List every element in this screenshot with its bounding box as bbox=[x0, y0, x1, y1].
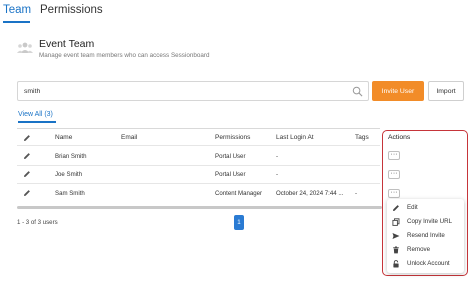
menu-item-resend-invite[interactable]: Resend Invite bbox=[387, 230, 464, 244]
row-divider bbox=[17, 165, 380, 166]
edit-column-icon bbox=[24, 135, 30, 141]
view-all-indicator bbox=[18, 121, 56, 123]
column-header-email[interactable]: Email bbox=[121, 134, 137, 141]
lock-icon bbox=[393, 260, 399, 268]
menu-item-edit[interactable]: Edit bbox=[387, 202, 464, 216]
send-icon bbox=[392, 233, 400, 239]
team-icon bbox=[17, 42, 33, 53]
page-title: Event Team bbox=[39, 38, 95, 50]
user-permissions: Portal User bbox=[215, 171, 246, 178]
menu-item-label: Unlock Account bbox=[407, 260, 450, 267]
user-tags: - bbox=[355, 190, 358, 197]
pencil-icon[interactable] bbox=[23, 152, 31, 160]
import-button[interactable]: Import bbox=[428, 81, 464, 101]
page-subtitle: Manage event team members who can access… bbox=[39, 52, 210, 59]
active-tab-indicator bbox=[3, 21, 30, 23]
search-field[interactable] bbox=[17, 81, 369, 101]
row-divider bbox=[17, 145, 380, 146]
menu-item-label: Remove bbox=[407, 246, 431, 253]
user-last-login: October 24, 2024 7:44 ... bbox=[276, 190, 344, 197]
menu-item-label: Copy Invite URL bbox=[407, 218, 453, 225]
user-permissions: Portal User bbox=[215, 153, 246, 160]
row-actions-menu: Edit Copy Invite URL Resend Invite Remov… bbox=[387, 199, 464, 273]
column-header-last-login[interactable]: Last Login At bbox=[276, 134, 314, 141]
menu-item-label: Resend Invite bbox=[407, 232, 445, 239]
user-last-login: - bbox=[276, 153, 279, 160]
search-icon[interactable] bbox=[352, 86, 363, 97]
column-header-permissions[interactable]: Permissions bbox=[215, 134, 250, 141]
row-divider bbox=[17, 183, 380, 184]
view-all-filter[interactable]: View All (3) bbox=[18, 111, 53, 118]
copy-icon bbox=[392, 218, 400, 226]
user-name: Brian Smith bbox=[55, 153, 87, 160]
pencil-icon[interactable] bbox=[23, 170, 31, 178]
horizontal-scrollbar[interactable] bbox=[17, 206, 382, 209]
menu-item-remove[interactable]: Remove bbox=[387, 244, 464, 258]
menu-item-copy-invite-url[interactable]: Copy Invite URL bbox=[387, 216, 464, 230]
user-name: Sam Smith bbox=[55, 190, 85, 197]
page-1-button[interactable]: 1 bbox=[234, 215, 244, 230]
column-header-name[interactable]: Name bbox=[55, 134, 72, 141]
invite-user-button[interactable]: Invite User bbox=[372, 81, 424, 101]
user-name: Joe Smith bbox=[55, 171, 83, 178]
column-header-tags[interactable]: Tags bbox=[355, 134, 369, 141]
trash-icon bbox=[393, 246, 399, 254]
user-permissions: Content Manager bbox=[215, 190, 263, 197]
search-input[interactable] bbox=[24, 84, 344, 98]
pagination-info: 1 - 3 of 3 users bbox=[17, 219, 58, 226]
user-last-login: - bbox=[276, 171, 279, 178]
menu-item-unlock-account[interactable]: Unlock Account bbox=[387, 258, 464, 272]
table-top-border bbox=[17, 128, 380, 129]
pencil-icon bbox=[393, 205, 399, 211]
tab-team[interactable]: Team bbox=[3, 4, 31, 16]
tab-permissions[interactable]: Permissions bbox=[40, 4, 103, 16]
menu-item-label: Edit bbox=[407, 204, 418, 211]
tab-bar: Team Permissions bbox=[0, 0, 471, 24]
pencil-icon[interactable] bbox=[23, 189, 31, 197]
